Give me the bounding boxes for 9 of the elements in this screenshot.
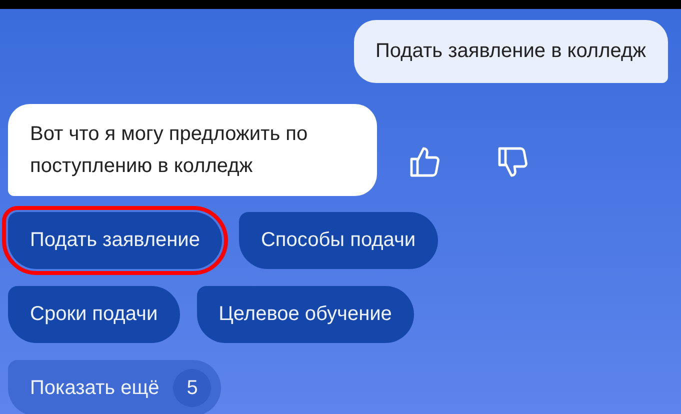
count-badge: 5 (173, 369, 212, 407)
show-more-label: Показать ещё (30, 376, 160, 400)
suggestion-chip[interactable]: Целевое обучение (196, 286, 414, 343)
suggestion-chip[interactable]: Подать заявление (8, 212, 222, 269)
show-more-button[interactable]: Показать ещё 5 (8, 360, 222, 414)
suggestion-chip[interactable]: Сроки подачи (8, 286, 180, 343)
suggestion-chip[interactable]: Способы подачи (238, 212, 438, 269)
user-message: Подать заявление в колледж (354, 20, 668, 83)
bot-message: Вот что я могу предложить по поступлению в колледж (8, 104, 377, 196)
